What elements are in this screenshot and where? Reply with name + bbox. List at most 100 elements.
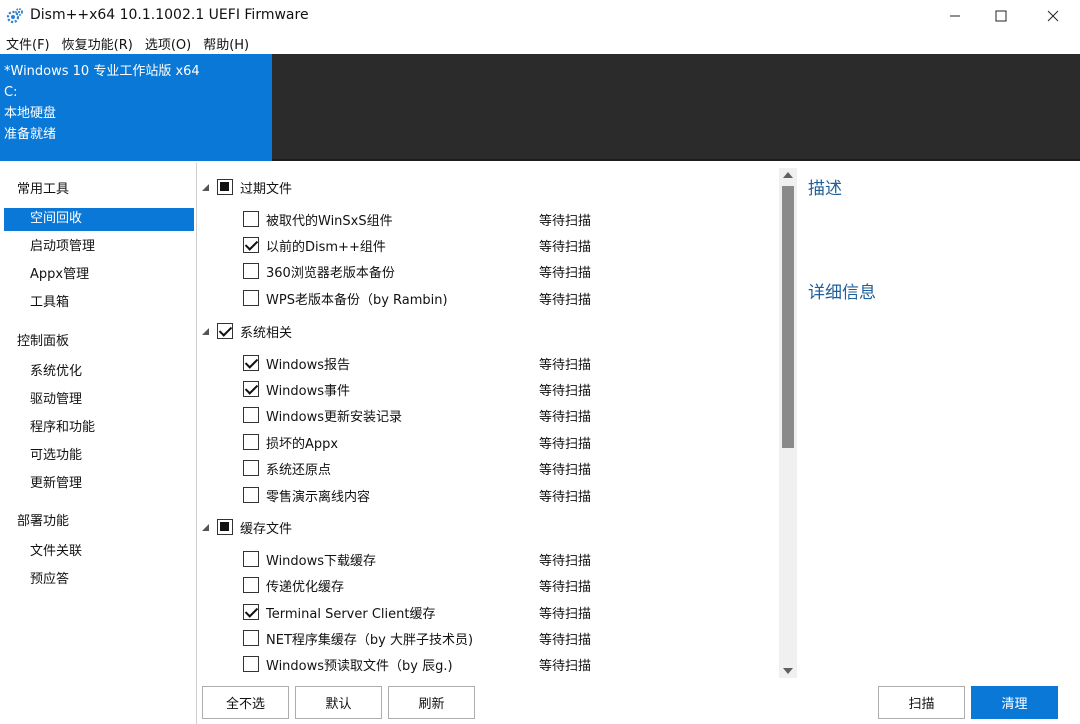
item-status: 等待扫描 (539, 214, 592, 229)
list-item[interactable]: 传递优化缓存 等待扫描 (197, 573, 777, 597)
item-status: 等待扫描 (539, 293, 592, 308)
sidebar-item-answer-file[interactable]: 预应答 (4, 569, 194, 592)
list-item[interactable]: Terminal Server Client缓存 等待扫描 (197, 600, 777, 624)
sidebar-item-toolbox[interactable]: 工具箱 (4, 292, 194, 315)
group-row-system-related[interactable]: 系统相关 (197, 319, 777, 343)
item-checkbox[interactable] (243, 460, 259, 476)
item-checkbox[interactable] (243, 263, 259, 279)
sidebar-category-control-panel[interactable]: 控制面板 (17, 330, 69, 349)
header-panel: *Windows 10 专业工作站版 x64 C: 本地硬盘 准备就绪 (0, 54, 1080, 161)
menu-options[interactable]: 选项(O) (139, 32, 197, 54)
group-checkbox[interactable] (217, 323, 233, 339)
menu-file[interactable]: 文件(F) (0, 32, 56, 54)
item-checkbox[interactable] (243, 290, 259, 306)
list-item[interactable]: 360浏览器老版本备份 等待扫描 (197, 259, 777, 283)
sidebar-item-system-optimization[interactable]: 系统优化 (4, 361, 194, 384)
item-checkbox[interactable] (243, 407, 259, 423)
maximize-icon (995, 10, 1007, 22)
sidebar-item-update-manager[interactable]: 更新管理 (4, 473, 194, 496)
item-label: NET程序集缓存（by 大胖子技术员) (266, 633, 474, 648)
default-button[interactable]: 默认 (295, 686, 382, 719)
list-item[interactable]: 系统还原点 等待扫描 (197, 456, 777, 480)
sidebar-category-common-tools[interactable]: 常用工具 (17, 178, 69, 197)
item-label: 以前的Dism++组件 (266, 240, 386, 255)
list-item[interactable]: 零售演示离线内容 等待扫描 (197, 483, 777, 507)
collapse-arrow-icon[interactable] (202, 328, 209, 335)
item-status: 等待扫描 (539, 633, 592, 648)
item-label: 被取代的WinSxS组件 (266, 214, 393, 229)
list-item[interactable]: Windows事件 等待扫描 (197, 377, 777, 401)
item-status: 等待扫描 (539, 437, 592, 452)
item-status: 等待扫描 (539, 266, 592, 281)
item-checkbox[interactable] (243, 604, 259, 620)
group-checkbox[interactable] (217, 179, 233, 195)
menu-bar: 文件(F) 恢复功能(R) 选项(O) 帮助(H) (0, 32, 1080, 54)
group-label: 缓存文件 (240, 522, 293, 537)
item-checkbox[interactable] (243, 434, 259, 450)
item-label: Windows事件 (266, 384, 351, 399)
close-button[interactable] (1030, 0, 1076, 32)
list-item[interactable]: Windows下载缓存 等待扫描 (197, 547, 777, 571)
item-status: 等待扫描 (539, 554, 592, 569)
menu-restore[interactable]: 恢复功能(R) (56, 32, 139, 54)
group-row-expired-files[interactable]: 过期文件 (197, 175, 777, 199)
item-label: 360浏览器老版本备份 (266, 266, 395, 281)
item-checkbox[interactable] (243, 656, 259, 672)
list-item[interactable]: 以前的Dism++组件 等待扫描 (197, 233, 777, 257)
item-checkbox[interactable] (243, 551, 259, 567)
item-label: Windows预读取文件（by 辰g.) (266, 659, 453, 674)
collapse-arrow-icon[interactable] (202, 524, 209, 531)
list-item[interactable]: 损坏的Appx 等待扫描 (197, 430, 777, 454)
sidebar-category-deployment[interactable]: 部署功能 (17, 510, 69, 529)
item-status: 等待扫描 (539, 607, 592, 622)
item-label: WPS老版本备份（by Rambin) (266, 293, 448, 308)
description-heading: 描述 (808, 179, 842, 199)
title-bar: Dism++x64 10.1.1002.1 UEFI Firmware (0, 0, 1080, 32)
item-status: 等待扫描 (539, 410, 592, 425)
item-checkbox[interactable] (243, 211, 259, 227)
sidebar-item-driver-manager[interactable]: 驱动管理 (4, 389, 194, 412)
item-checkbox[interactable] (243, 237, 259, 253)
item-label: 传递优化缓存 (266, 580, 345, 595)
item-checkbox[interactable] (243, 577, 259, 593)
refresh-button[interactable]: 刷新 (388, 686, 475, 719)
sidebar-item-space-recovery[interactable]: 空间回收 (4, 208, 194, 231)
list-item[interactable]: Windows报告 等待扫描 (197, 351, 777, 375)
item-checkbox[interactable] (243, 630, 259, 646)
group-row-cache-files[interactable]: 缓存文件 (197, 515, 777, 539)
sidebar-item-appx-manager[interactable]: Appx管理 (4, 264, 194, 287)
list-item[interactable]: NET程序集缓存（by 大胖子技术员) 等待扫描 (197, 626, 777, 650)
item-label: 系统还原点 (266, 463, 332, 478)
session-info[interactable]: *Windows 10 专业工作站版 x64 C: 本地硬盘 准备就绪 (0, 54, 272, 161)
item-status: 等待扫描 (539, 659, 592, 674)
select-none-button[interactable]: 全不选 (202, 686, 289, 719)
scroll-thumb[interactable] (782, 186, 794, 448)
group-label: 过期文件 (240, 182, 293, 197)
group-checkbox[interactable] (217, 519, 233, 535)
list-item[interactable]: 被取代的WinSxS组件 等待扫描 (197, 207, 777, 231)
list-item[interactable]: WPS老版本备份（by Rambin) 等待扫描 (197, 286, 777, 310)
sidebar-item-optional-features[interactable]: 可选功能 (4, 445, 194, 468)
sidebar-item-startup-manager[interactable]: 启动项管理 (4, 236, 194, 259)
list-scrollbar[interactable] (779, 168, 797, 678)
list-item[interactable]: Windows预读取文件（by 辰g.) 等待扫描 (197, 652, 777, 676)
scan-button[interactable]: 扫描 (878, 686, 965, 719)
maximize-button[interactable] (978, 0, 1024, 32)
item-status: 等待扫描 (539, 240, 592, 255)
group-label: 系统相关 (240, 326, 293, 341)
sidebar-item-file-association[interactable]: 文件关联 (4, 541, 194, 564)
item-checkbox[interactable] (243, 355, 259, 371)
minimize-button[interactable] (932, 0, 978, 32)
collapse-arrow-icon[interactable] (202, 184, 209, 191)
scroll-down-arrow-icon[interactable] (783, 668, 793, 674)
list-item[interactable]: Windows更新安装记录 等待扫描 (197, 403, 777, 427)
cleanup-list: 过期文件 被取代的WinSxS组件 等待扫描 以前的Dism++组件 等待扫描 … (197, 163, 797, 680)
scroll-up-arrow-icon[interactable] (783, 172, 793, 178)
item-checkbox[interactable] (243, 381, 259, 397)
clean-button[interactable]: 清理 (971, 686, 1058, 719)
gear-icon (6, 8, 23, 24)
item-checkbox[interactable] (243, 487, 259, 503)
sidebar-item-programs-features[interactable]: 程序和功能 (4, 417, 194, 440)
menu-help[interactable]: 帮助(H) (197, 32, 255, 54)
item-label: Windows报告 (266, 358, 351, 373)
